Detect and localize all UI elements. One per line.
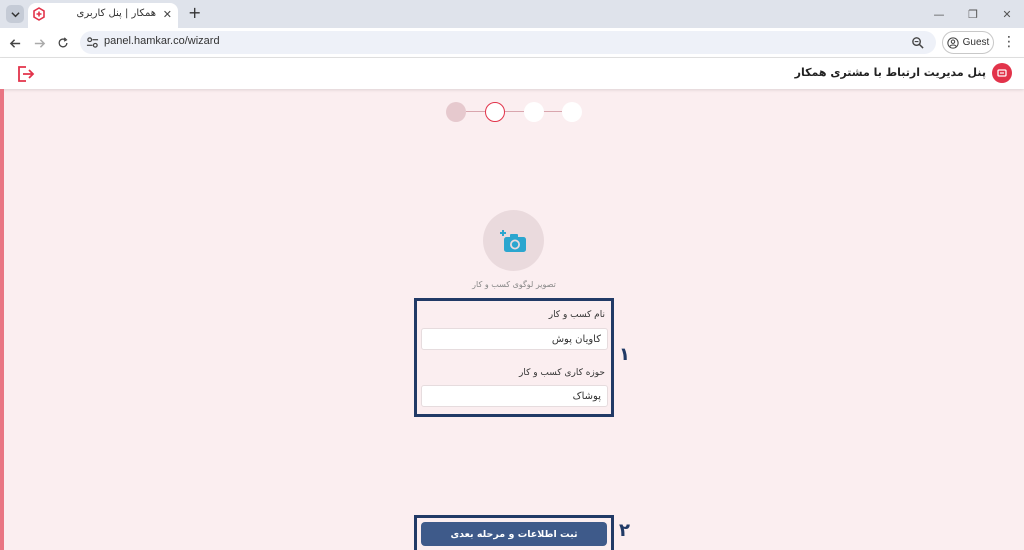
step-3 (524, 102, 544, 122)
annotation-marker-2: ۲ (619, 520, 630, 541)
tab-close-icon[interactable]: ✕ (163, 8, 172, 22)
add-photo-icon (499, 229, 526, 252)
brand-logo-icon (997, 69, 1007, 77)
site-info-icon[interactable] (86, 36, 99, 49)
hamkar-favicon-icon (33, 7, 45, 21)
url-text[interactable]: panel.hamkar.co/wizard (104, 35, 220, 47)
forward-button[interactable] (30, 34, 48, 52)
business-field-input[interactable] (421, 385, 608, 407)
stepper-connector (505, 111, 524, 112)
app-header: پنل مدیریت ارتباط با مشتری همکار (0, 58, 1024, 89)
profile-label: Guest (962, 37, 990, 48)
profile-button[interactable]: Guest (942, 31, 994, 54)
annotation-marker-1: ۱ (619, 344, 630, 365)
brand-logo (992, 63, 1012, 83)
arrow-left-icon (9, 38, 20, 48)
business-name-input[interactable] (421, 328, 608, 350)
new-tab-button[interactable]: + (188, 5, 201, 21)
logo-caption: تصویر لوگوی کسب و کار (472, 280, 556, 289)
logout-icon[interactable] (15, 64, 35, 84)
step-2 (485, 102, 505, 122)
browser-menu-icon[interactable]: ⋮ (1002, 35, 1016, 49)
step-4 (562, 102, 582, 122)
tab-title: همکار | پنل کاربری (76, 8, 157, 19)
stepper-connector (543, 111, 562, 112)
business-name-label: نام کسب و کار (548, 310, 605, 320)
chevron-down-icon (10, 11, 20, 17)
tab-search-button[interactable] (6, 5, 24, 23)
reload-button[interactable] (54, 34, 72, 52)
minimize-button[interactable]: — (922, 0, 956, 28)
logo-upload-button[interactable] (483, 210, 544, 271)
zoom-icon[interactable] (911, 36, 924, 49)
submit-next-button[interactable]: ثبت اطلاعات و مرحله بعدی (421, 522, 607, 546)
browser-toolbar: panel.hamkar.co/wizard Guest ⋮ (0, 28, 1024, 58)
back-button[interactable] (6, 34, 24, 52)
restore-button[interactable]: ❐ (956, 0, 990, 28)
left-accent-bar (0, 89, 4, 550)
browser-tab-strip: همکار | پنل کاربری ✕ + — ❐ ✕ (0, 0, 1024, 28)
wizard-stepper (446, 102, 582, 122)
window-controls: — ❐ ✕ (922, 0, 1024, 28)
stepper-connector (466, 111, 485, 112)
step-1 (446, 102, 466, 122)
address-bar[interactable]: panel.hamkar.co/wizard (80, 31, 936, 54)
arrow-right-icon (34, 38, 45, 48)
browser-tab[interactable]: همکار | پنل کاربری ✕ (28, 3, 178, 28)
business-info-form: نام کسب و کار حوزه کاری کسب و کار (414, 298, 614, 417)
business-field-label: حوزه کاری کسب و کار (518, 368, 605, 378)
reload-icon (58, 37, 68, 48)
close-window-button[interactable]: ✕ (990, 0, 1024, 28)
app-title: پنل مدیریت ارتباط با مشتری همکار (794, 66, 986, 79)
user-avatar-icon (946, 36, 959, 49)
submit-area: ثبت اطلاعات و مرحله بعدی (414, 515, 614, 550)
